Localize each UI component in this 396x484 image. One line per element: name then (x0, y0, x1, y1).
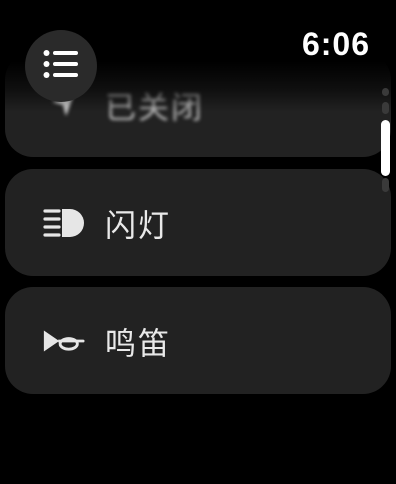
menu-button[interactable] (25, 30, 97, 102)
headlight-icon (41, 206, 85, 240)
scroll-track-dot (382, 88, 389, 96)
list-item-honk-horn[interactable]: 鸣笛 (5, 287, 391, 394)
list-item-label: 鸣笛 (105, 326, 171, 362)
horn-icon (41, 324, 85, 358)
watch-screen: 已关闭 闪灯 鸣笛 6:06 (0, 0, 396, 484)
list-item-label: 已关闭 (105, 90, 204, 126)
list-icon (43, 49, 79, 83)
scroll-indicator[interactable] (381, 88, 390, 192)
list-item-flash-lights[interactable]: 闪灯 (5, 169, 391, 276)
scrollbar-thumb[interactable] (381, 120, 390, 176)
status-time: 6:06 (301, 26, 370, 62)
scroll-track-segment (382, 178, 389, 192)
list-item-label: 闪灯 (105, 208, 171, 244)
scroll-track-segment (382, 102, 389, 114)
